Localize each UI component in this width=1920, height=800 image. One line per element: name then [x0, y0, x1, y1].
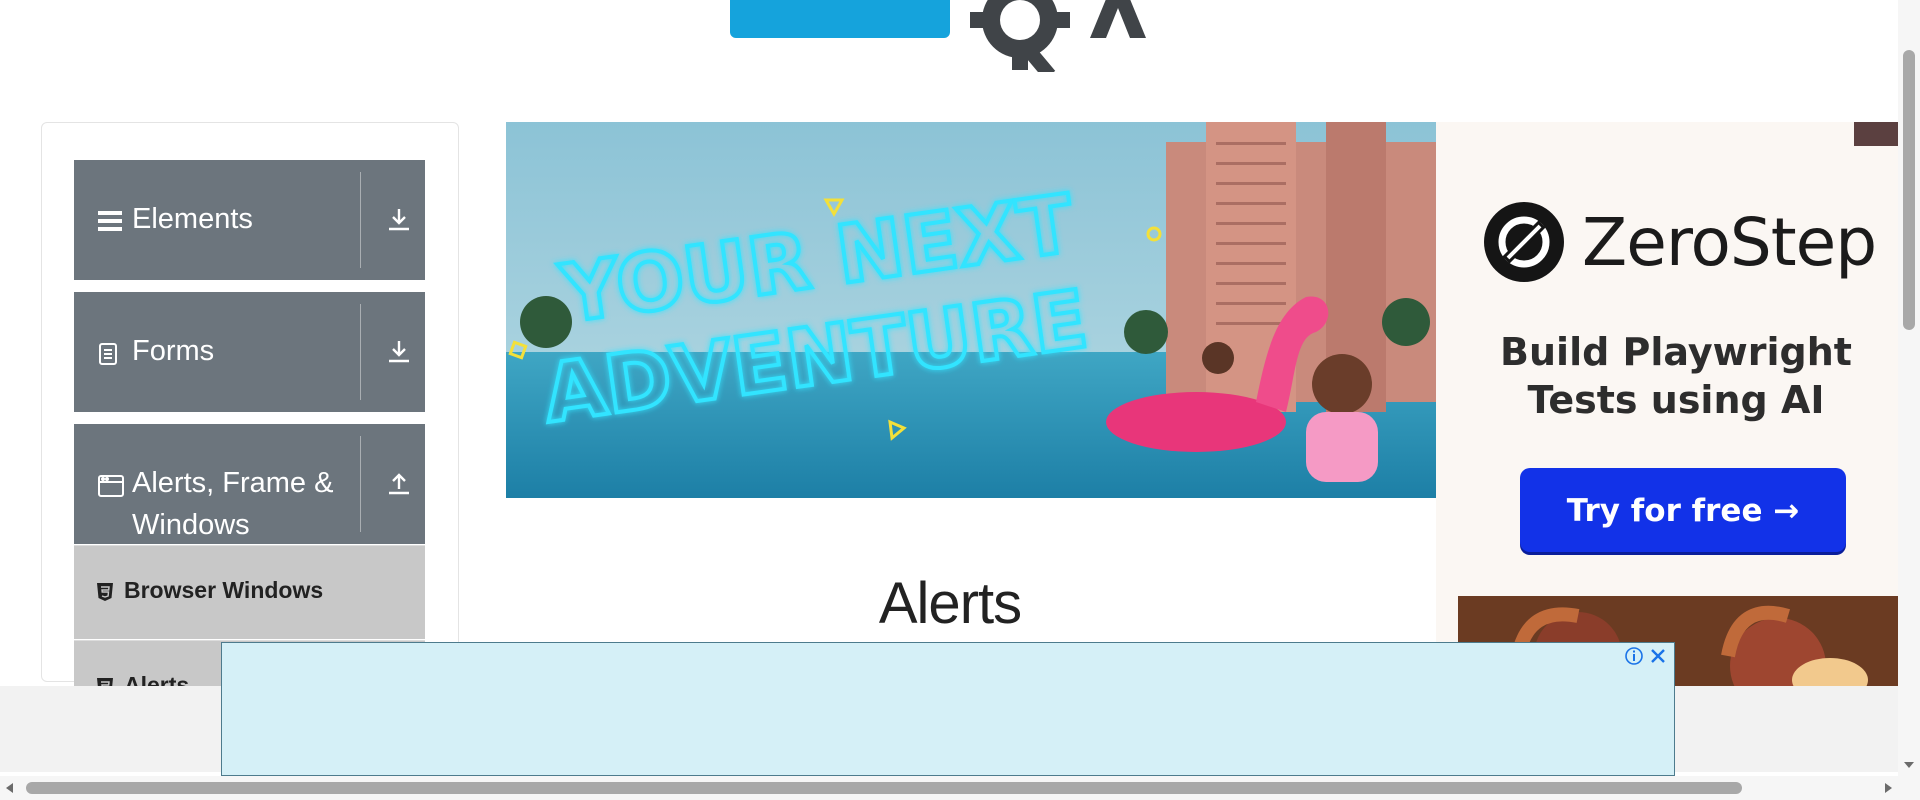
scrollbar-corner [1898, 776, 1920, 800]
group-label: Alerts, Frame & [132, 467, 334, 499]
vertical-scroll-thumb[interactable] [1903, 50, 1915, 330]
download-icon[interactable] [386, 206, 412, 232]
zerostep-logo-icon [1484, 202, 1564, 282]
ad-tagline-line1: Build Playwright [1500, 330, 1852, 374]
horizontal-scrollbar[interactable] [0, 776, 1898, 800]
divider [360, 436, 361, 532]
zerostep-ad[interactable]: ZeroStep Build Playwright Tests using AI… [1436, 122, 1898, 688]
ad-thumbnail[interactable] [1854, 122, 1898, 146]
toolsqa-logo[interactable] [720, 0, 1200, 72]
window-icon [98, 474, 124, 497]
upload-icon[interactable] [386, 470, 412, 496]
download-icon[interactable] [386, 338, 412, 364]
ad-tagline: Build Playwright Tests using AI [1466, 328, 1886, 424]
html5-icon [96, 582, 114, 602]
ad-tagline-line2: Tests using AI [1527, 378, 1825, 422]
try-for-free-button[interactable]: Try for free → [1520, 468, 1846, 552]
page-title: Alerts [878, 571, 1022, 636]
ad-brand-name: ZeroStep [1582, 204, 1877, 281]
ad-info-icon[interactable] [1624, 646, 1644, 666]
group-label: Forms [132, 335, 215, 367]
scroll-right-arrow-icon[interactable] [1880, 780, 1896, 796]
scroll-down-arrow-icon[interactable] [1902, 758, 1916, 772]
divider [360, 304, 361, 400]
horizontal-scroll-thumb[interactable] [26, 782, 1742, 794]
menu-item-browser-windows[interactable]: Browser Windows [74, 545, 425, 639]
document-icon [98, 342, 120, 365]
divider [360, 172, 361, 268]
group-label-line2: Windows [132, 509, 250, 541]
hamburger-icon [98, 210, 122, 232]
bottom-ad-banner[interactable] [221, 642, 1675, 776]
close-icon[interactable] [1648, 646, 1668, 666]
adventure-banner[interactable]: YOUR NEXT ADVENTURE [506, 122, 1436, 498]
vertical-scrollbar[interactable] [1898, 0, 1920, 776]
group-forms[interactable]: Forms [74, 292, 425, 412]
group-alerts-frame-windows[interactable]: Alerts, Frame & Windows [74, 424, 425, 544]
group-elements[interactable]: Elements [74, 160, 425, 280]
scroll-left-arrow-icon[interactable] [2, 780, 18, 796]
menu-item-label: Browser Windows [124, 577, 324, 603]
group-label: Elements [132, 203, 253, 235]
